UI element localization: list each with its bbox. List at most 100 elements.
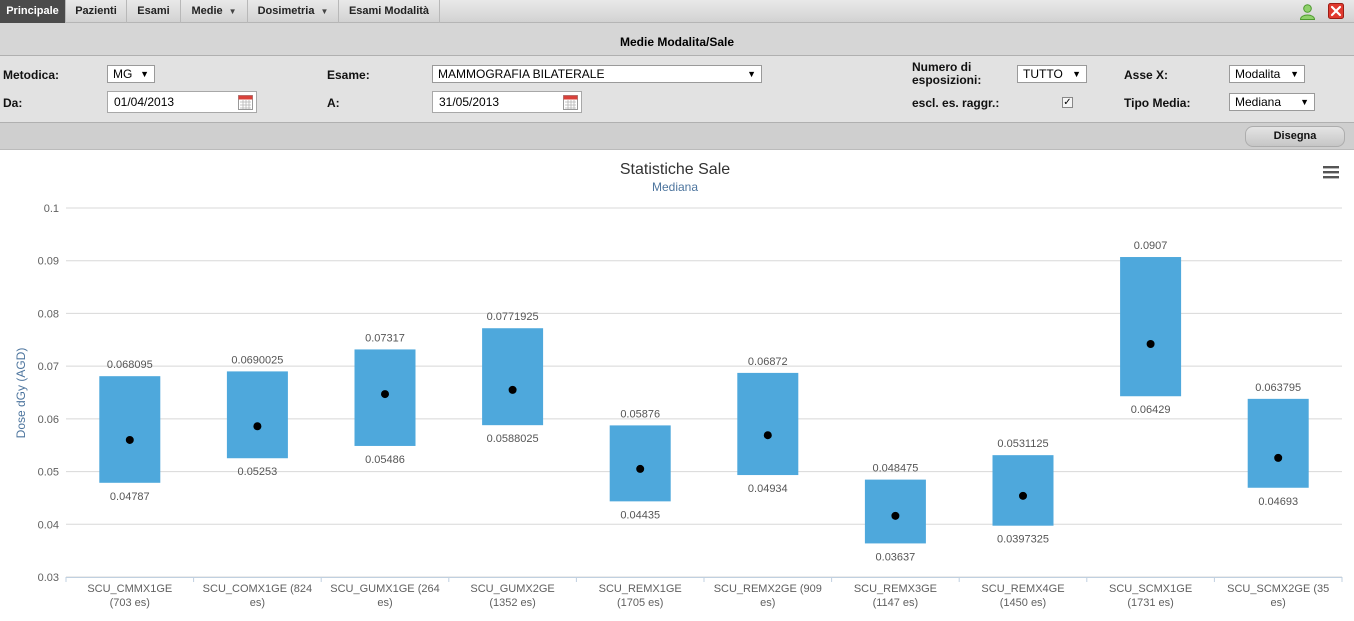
date-to-field[interactable]: 31/05/2013: [432, 91, 582, 113]
median-point: [1274, 453, 1283, 462]
dropdown-arrow-icon: ▼: [140, 69, 149, 79]
x-category-label: SCU_REMX3GE: [854, 583, 937, 595]
dropdown-arrow-icon: ▼: [1290, 69, 1299, 79]
a-label: A:: [327, 96, 340, 110]
low-value-label: 0.06429: [1131, 404, 1171, 416]
y-tick-label: 0.03: [38, 572, 59, 584]
range-bar: [992, 455, 1054, 526]
x-category-label: SCU_CMMX1GE: [87, 583, 172, 595]
page-title: Medie Modalita/Sale: [0, 23, 1354, 56]
low-value-label: 0.05253: [238, 466, 278, 478]
dropdown-arrow-icon: ▼: [1072, 69, 1081, 79]
esame-value: MAMMOGRAFIA BILATERALE: [438, 67, 605, 81]
high-value-label: 0.063795: [1255, 382, 1301, 394]
numero-esposizioni-line2: esposizioni:: [912, 73, 982, 87]
low-value-label: 0.04693: [1258, 496, 1298, 508]
high-value-label: 0.0531125: [997, 438, 1048, 450]
median-point: [1019, 491, 1027, 500]
high-value-label: 0.068095: [107, 359, 153, 371]
high-value-label: 0.0690025: [231, 354, 283, 366]
median-point: [763, 431, 772, 440]
x-category-label: (1352 es): [489, 597, 535, 609]
y-tick-label: 0.09: [38, 256, 59, 268]
nav-label: Medie: [191, 5, 223, 17]
user-icon[interactable]: [1299, 3, 1316, 20]
x-category-label: SCU_REMX4GE: [981, 583, 1064, 595]
nav-label: Esami: [137, 5, 170, 17]
asse-x-value: Modalita: [1235, 67, 1281, 81]
calendar-icon[interactable]: [563, 95, 578, 110]
range-bar: [737, 372, 799, 476]
date-to-value: 31/05/2013: [439, 95, 500, 109]
nav-medie[interactable]: Medie ▼: [181, 0, 248, 23]
tipo-media-value: Mediana: [1235, 95, 1282, 109]
median-point: [1146, 340, 1155, 349]
low-value-label: 0.0588025: [487, 433, 539, 445]
y-tick-label: 0.05: [38, 467, 59, 479]
y-tick-label: 0.08: [38, 308, 59, 320]
asse-x-select[interactable]: Modalita ▼: [1229, 65, 1305, 83]
esame-label: Esame:: [327, 68, 370, 82]
chart-container: Statistiche Sale Mediana 0.03 0.04 0.05 0.0…: [0, 151, 1354, 621]
median-point: [636, 464, 645, 473]
y-tick-label: 0.06: [38, 414, 59, 426]
nav-principale[interactable]: Principale: [0, 0, 66, 23]
high-value-label: 0.0771925: [487, 311, 539, 323]
range-bar: [482, 328, 544, 426]
filter-panel: Metodica: MG ▼ Da: 01/04/2013 Esame: MAMM…: [0, 56, 1354, 123]
x-category-label: (1731 es): [1127, 597, 1173, 609]
high-value-label: 0.048475: [872, 463, 918, 475]
nav-label: Esami Modalità: [348, 5, 430, 17]
low-value-label: 0.04435: [620, 509, 660, 521]
da-label: Da:: [3, 96, 23, 110]
chevron-down-icon: ▼: [320, 7, 329, 16]
action-bar: Disegna: [0, 123, 1354, 150]
high-value-label: 0.06872: [748, 356, 788, 368]
metodica-label: Metodica:: [3, 68, 60, 82]
date-from-value: 01/04/2013: [114, 95, 175, 109]
date-from-field[interactable]: 01/04/2013: [107, 91, 257, 113]
x-category-label: SCU_REMX1GE: [599, 583, 682, 595]
escl-raggr-label: escl. es. raggr.:: [912, 96, 1000, 110]
range-bar: [1247, 398, 1309, 488]
median-point: [125, 435, 134, 444]
high-value-label: 0.07317: [365, 332, 405, 344]
low-value-label: 0.03637: [876, 551, 916, 563]
dropdown-arrow-icon: ▼: [1300, 97, 1309, 107]
tipo-media-label: Tipo Media:: [1124, 96, 1191, 110]
metodica-select[interactable]: MG ▼: [107, 65, 155, 83]
range-bar: [864, 479, 926, 544]
x-category-label: es): [760, 597, 775, 609]
x-category-label: es): [250, 597, 265, 609]
dropdown-arrow-icon: ▼: [747, 69, 756, 79]
x-category-label: (703 es): [110, 597, 150, 609]
esame-select[interactable]: MAMMOGRAFIA BILATERALE ▼: [432, 65, 762, 83]
close-icon[interactable]: [1328, 3, 1344, 19]
asse-x-label: Asse X:: [1124, 68, 1169, 82]
low-value-label: 0.04787: [110, 491, 150, 503]
chevron-down-icon: ▼: [228, 7, 237, 16]
numero-esposizioni-label: Numero di esposizioni:: [912, 61, 981, 87]
nav-esami-modalita[interactable]: Esami Modalità: [339, 0, 440, 23]
high-value-label: 0.0907: [1134, 240, 1168, 252]
y-tick-label: 0.04: [38, 519, 59, 531]
median-point: [381, 390, 389, 399]
x-category-label: es): [377, 597, 392, 609]
draw-button[interactable]: Disegna: [1245, 126, 1345, 147]
numero-esposizioni-select[interactable]: TUTTO ▼: [1017, 65, 1087, 83]
range-bar: [1120, 257, 1182, 397]
escl-raggr-checkbox[interactable]: ✓: [1062, 97, 1073, 108]
nav-dosimetria[interactable]: Dosimetria ▼: [248, 0, 339, 23]
x-category-label: SCU_SCMX1GE: [1109, 583, 1192, 595]
x-category-label: SCU_COMX1GE (824: [203, 583, 312, 595]
x-category-label: SCU_REMX2GE (909: [714, 583, 822, 595]
tipo-media-select[interactable]: Mediana ▼: [1229, 93, 1315, 111]
metodica-value: MG: [113, 67, 133, 81]
y-tick-label: 0.07: [38, 361, 59, 373]
nav-esami[interactable]: Esami: [127, 0, 181, 23]
median-point: [253, 422, 262, 431]
nav-pazienti[interactable]: Pazienti: [66, 0, 127, 23]
calendar-icon[interactable]: [238, 95, 253, 110]
range-bar: [99, 376, 161, 483]
low-value-label: 0.04934: [748, 483, 788, 495]
